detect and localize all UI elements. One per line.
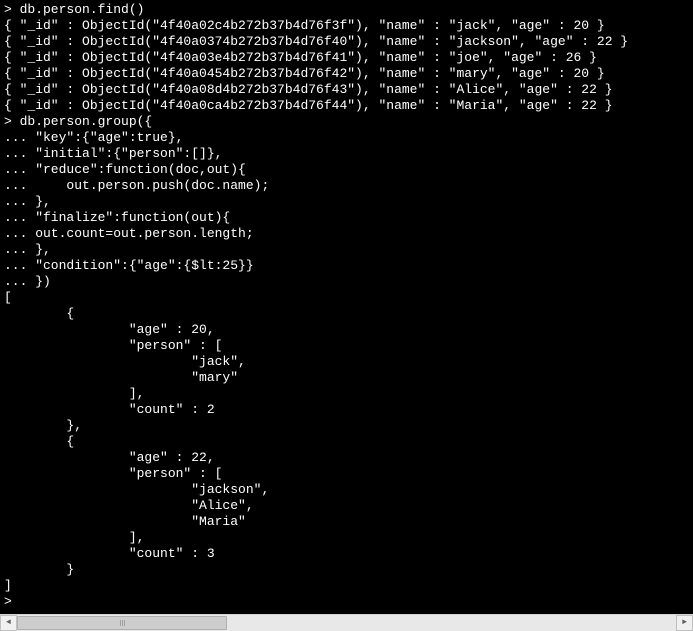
scrollbar-grip-icon	[122, 620, 123, 626]
terminal-line: "Alice",	[4, 498, 689, 514]
terminal-line: ... },	[4, 242, 689, 258]
terminal-line: { "_id" : ObjectId("4f40a0374b272b37b4d7…	[4, 34, 689, 50]
terminal-line: ... "key":{"age":true},	[4, 130, 689, 146]
terminal-line: { "_id" : ObjectId("4f40a02c4b272b37b4d7…	[4, 18, 689, 34]
scrollbar-track[interactable]	[17, 615, 676, 631]
terminal-line: "person" : [	[4, 466, 689, 482]
terminal-line: > db.person.group({	[4, 114, 689, 130]
scrollbar-grip-icon	[124, 620, 125, 626]
terminal-line: ],	[4, 530, 689, 546]
terminal-line: "age" : 22,	[4, 450, 689, 466]
terminal-line: ... "condition":{"age":{$lt:25}}	[4, 258, 689, 274]
terminal-line: {	[4, 306, 689, 322]
terminal-line: "mary"	[4, 370, 689, 386]
terminal-line: ... "initial":{"person":[]},	[4, 146, 689, 162]
scroll-right-button[interactable]: ►	[676, 615, 693, 631]
terminal-line: ... out.person.push(doc.name);	[4, 178, 689, 194]
terminal-line: "age" : 20,	[4, 322, 689, 338]
terminal-line: { "_id" : ObjectId("4f40a0454b272b37b4d7…	[4, 66, 689, 82]
terminal-line: ... "finalize":function(out){	[4, 210, 689, 226]
terminal-line: { "_id" : ObjectId("4f40a03e4b272b37b4d7…	[4, 50, 689, 66]
horizontal-scrollbar[interactable]: ◄ ►	[0, 614, 693, 631]
terminal-line: ... })	[4, 274, 689, 290]
terminal-line: },	[4, 418, 689, 434]
terminal-line: }	[4, 562, 689, 578]
terminal-line: ]	[4, 578, 689, 594]
terminal-output[interactable]: > db.person.find(){ "_id" : ObjectId("4f…	[0, 0, 693, 611]
terminal-line: "jack",	[4, 354, 689, 370]
terminal-line: "jackson",	[4, 482, 689, 498]
terminal-line: ... "reduce":function(doc,out){	[4, 162, 689, 178]
terminal-line: > db.person.find()	[4, 2, 689, 18]
terminal-line: { "_id" : ObjectId("4f40a08d4b272b37b4d7…	[4, 82, 689, 98]
scroll-left-button[interactable]: ◄	[0, 615, 17, 631]
terminal-line: ],	[4, 386, 689, 402]
terminal-line: ... },	[4, 194, 689, 210]
terminal-line: ... out.count=out.person.length;	[4, 226, 689, 242]
terminal-line: "count" : 3	[4, 546, 689, 562]
terminal-line: "count" : 2	[4, 402, 689, 418]
terminal-line: { "_id" : ObjectId("4f40a0ca4b272b37b4d7…	[4, 98, 689, 114]
terminal-line: "person" : [	[4, 338, 689, 354]
terminal-line: [	[4, 290, 689, 306]
terminal-line: {	[4, 434, 689, 450]
scrollbar-thumb[interactable]	[17, 616, 227, 630]
terminal-line: "Maria"	[4, 514, 689, 530]
scrollbar-grip-icon	[120, 620, 121, 626]
terminal-line: >	[4, 594, 689, 610]
